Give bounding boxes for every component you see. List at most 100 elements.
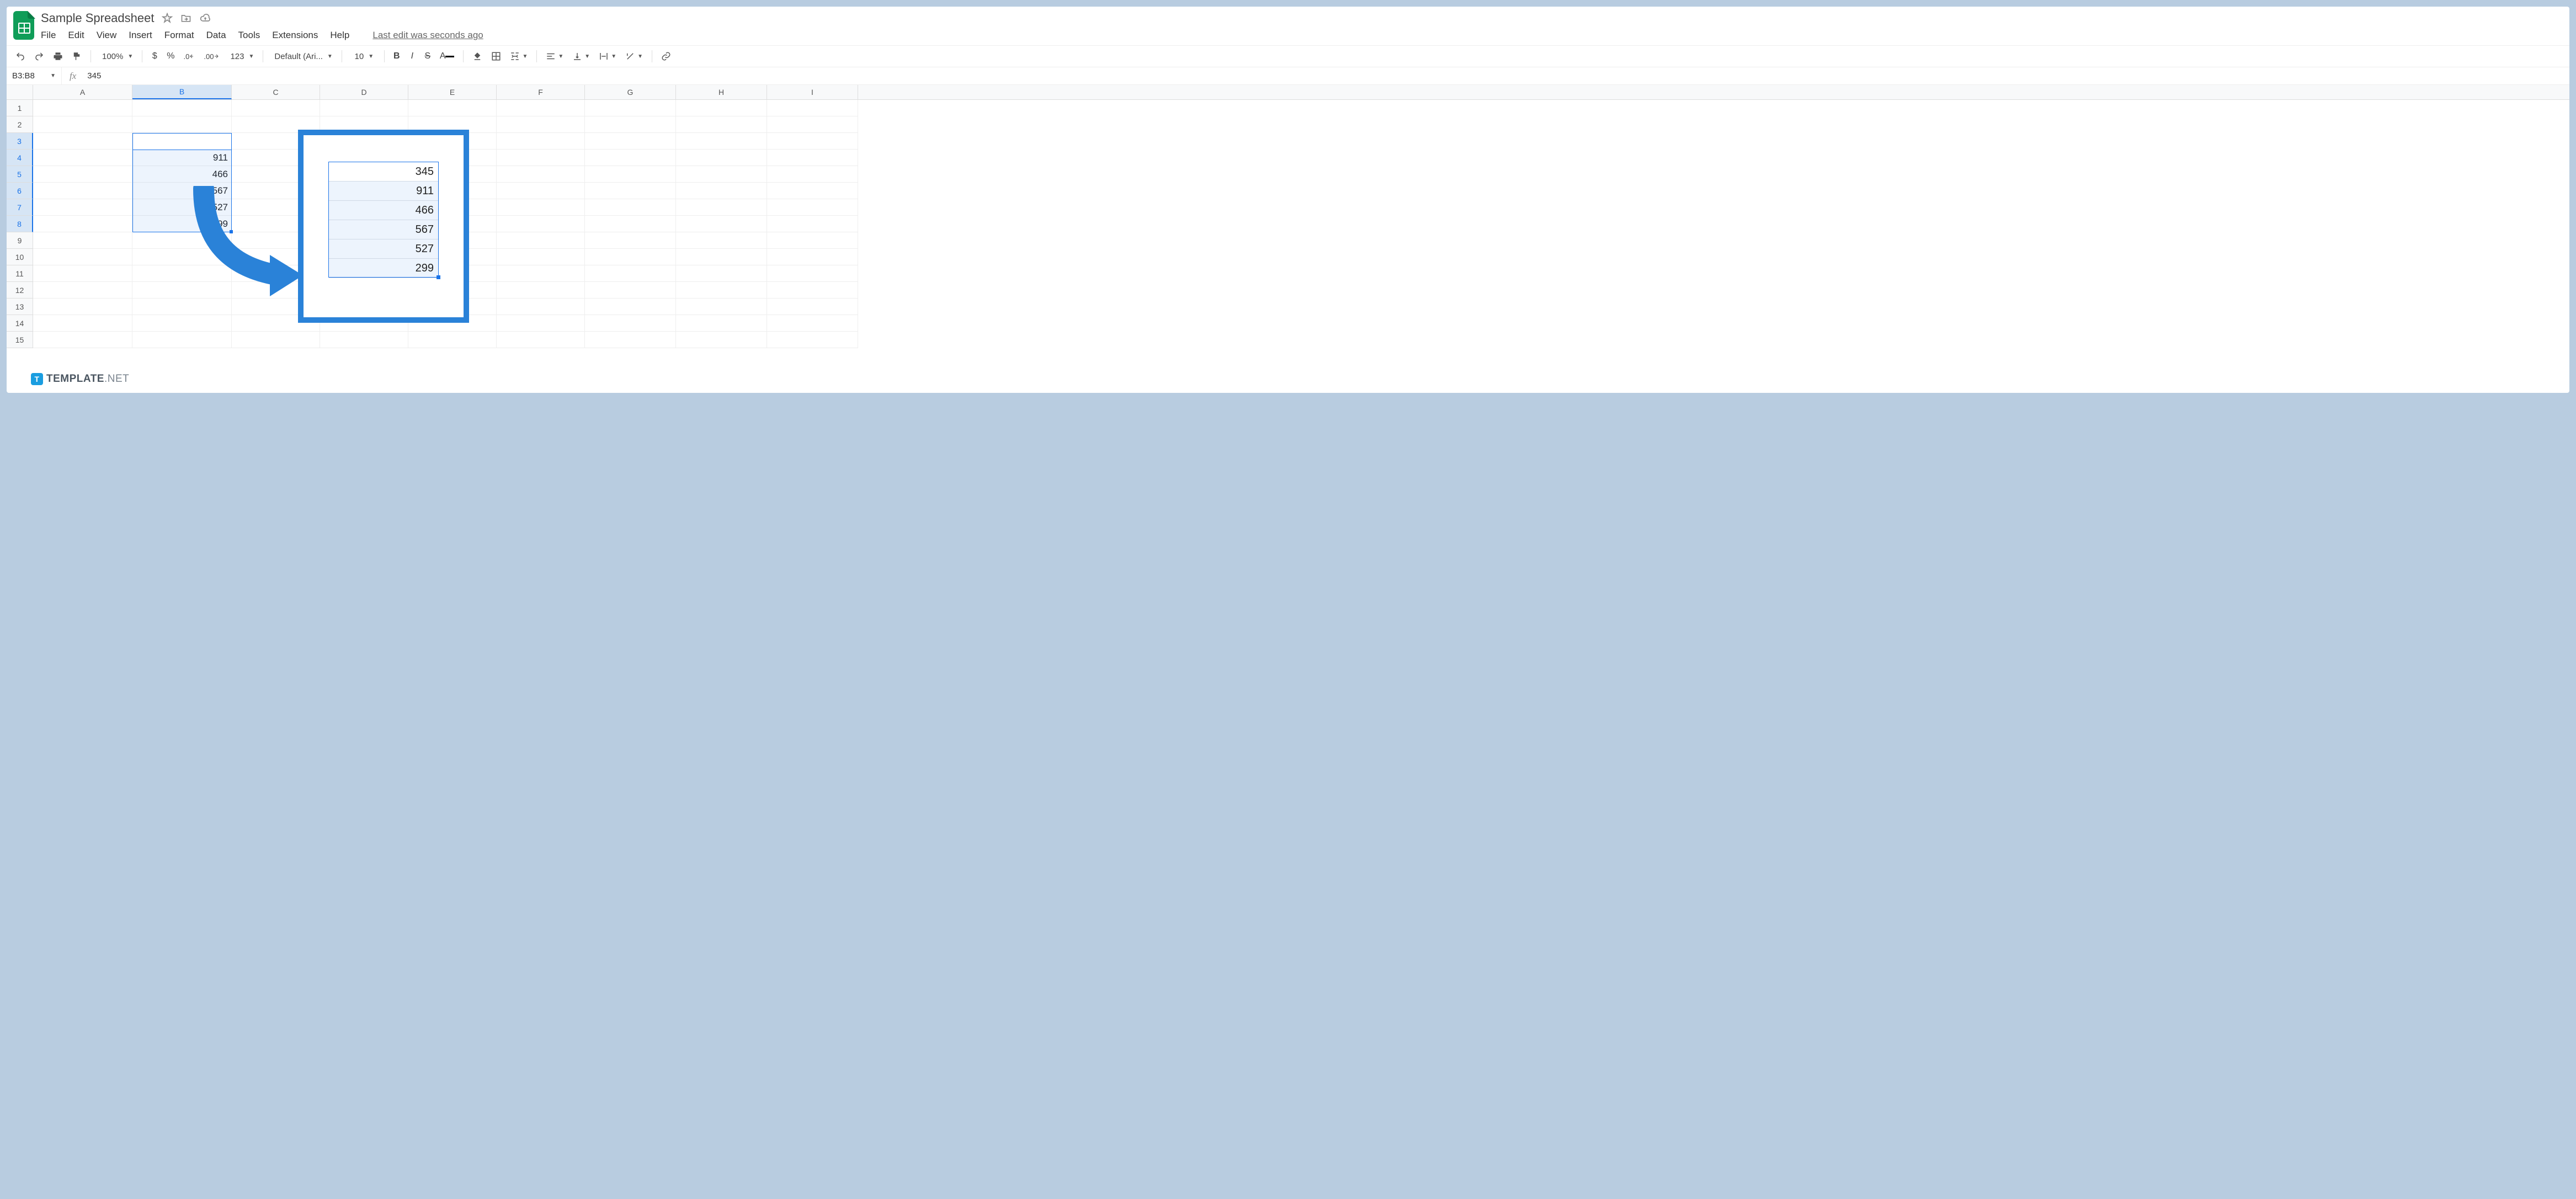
row-header-14[interactable]: 14 xyxy=(7,315,33,332)
cell-I6[interactable] xyxy=(767,183,858,199)
cell-B15[interactable] xyxy=(132,332,232,348)
cell-B6[interactable]: 567 xyxy=(132,183,232,199)
cell-G13[interactable] xyxy=(585,299,676,315)
cell-G12[interactable] xyxy=(585,282,676,299)
row-header-5[interactable]: 5 xyxy=(7,166,33,183)
cell-B8[interactable]: 299 xyxy=(132,216,232,232)
row-header-1[interactable]: 1 xyxy=(7,100,33,116)
cell-H7[interactable] xyxy=(676,199,767,216)
last-edit-link[interactable]: Last edit was seconds ago xyxy=(372,30,483,41)
col-header-A[interactable]: A xyxy=(33,85,132,99)
menu-format[interactable]: Format xyxy=(164,30,194,41)
cell-G10[interactable] xyxy=(585,249,676,265)
cell-B13[interactable] xyxy=(132,299,232,315)
cell-F11[interactable] xyxy=(497,265,585,282)
cells[interactable]: 345911466567527299 345911466567527299 xyxy=(33,100,2569,348)
cell-I15[interactable] xyxy=(767,332,858,348)
row-header-11[interactable]: 11 xyxy=(7,265,33,282)
cell-I9[interactable] xyxy=(767,232,858,249)
cell-F14[interactable] xyxy=(497,315,585,332)
cell-I11[interactable] xyxy=(767,265,858,282)
cell-G11[interactable] xyxy=(585,265,676,282)
cell-G2[interactable] xyxy=(585,116,676,133)
font-size-dropdown[interactable]: 10▼ xyxy=(348,50,379,63)
row-header-4[interactable]: 4 xyxy=(7,150,33,166)
cell-G9[interactable] xyxy=(585,232,676,249)
cell-H8[interactable] xyxy=(676,216,767,232)
cell-F8[interactable] xyxy=(497,216,585,232)
cell-H4[interactable] xyxy=(676,150,767,166)
menu-file[interactable]: File xyxy=(41,30,56,41)
cell-A4[interactable] xyxy=(33,150,132,166)
cell-H13[interactable] xyxy=(676,299,767,315)
cell-F3[interactable] xyxy=(497,133,585,150)
cell-H9[interactable] xyxy=(676,232,767,249)
cell-I2[interactable] xyxy=(767,116,858,133)
cell-F1[interactable] xyxy=(497,100,585,116)
row-header-8[interactable]: 8 xyxy=(7,216,33,232)
cell-H6[interactable] xyxy=(676,183,767,199)
move-icon[interactable] xyxy=(180,13,191,24)
cell-F5[interactable] xyxy=(497,166,585,183)
cell-G3[interactable] xyxy=(585,133,676,150)
cell-I12[interactable] xyxy=(767,282,858,299)
strike-button[interactable]: S xyxy=(421,49,434,63)
cell-A5[interactable] xyxy=(33,166,132,183)
cell-C15[interactable] xyxy=(232,332,320,348)
cell-I8[interactable] xyxy=(767,216,858,232)
cell-B5[interactable]: 466 xyxy=(132,166,232,183)
zoom-dropdown[interactable]: 100%▼ xyxy=(97,50,136,63)
cell-A11[interactable] xyxy=(33,265,132,282)
cell-A2[interactable] xyxy=(33,116,132,133)
row-header-6[interactable]: 6 xyxy=(7,183,33,199)
text-color-button[interactable]: A xyxy=(437,49,458,63)
star-icon[interactable] xyxy=(162,13,173,24)
cell-B2[interactable] xyxy=(132,116,232,133)
cell-H10[interactable] xyxy=(676,249,767,265)
cell-H11[interactable] xyxy=(676,265,767,282)
select-all-corner[interactable] xyxy=(7,85,33,99)
merge-button[interactable]: ▼ xyxy=(507,49,531,63)
cell-A6[interactable] xyxy=(33,183,132,199)
cell-A15[interactable] xyxy=(33,332,132,348)
col-header-B[interactable]: B xyxy=(132,85,232,99)
cell-C1[interactable] xyxy=(232,100,320,116)
cell-I5[interactable] xyxy=(767,166,858,183)
cell-G1[interactable] xyxy=(585,100,676,116)
cell-A9[interactable] xyxy=(33,232,132,249)
cell-A12[interactable] xyxy=(33,282,132,299)
cell-D15[interactable] xyxy=(320,332,408,348)
dec-more-button[interactable]: .00 xyxy=(200,50,222,63)
cloud-icon[interactable] xyxy=(199,13,211,24)
menu-data[interactable]: Data xyxy=(206,30,226,41)
percent-button[interactable]: % xyxy=(163,49,178,63)
undo-icon[interactable] xyxy=(12,49,29,63)
cell-H15[interactable] xyxy=(676,332,767,348)
doc-title[interactable]: Sample Spreadsheet xyxy=(41,11,154,25)
row-header-9[interactable]: 9 xyxy=(7,232,33,249)
cell-I13[interactable] xyxy=(767,299,858,315)
cell-A8[interactable] xyxy=(33,216,132,232)
italic-button[interactable]: I xyxy=(406,49,419,63)
col-header-G[interactable]: G xyxy=(585,85,676,99)
font-dropdown[interactable]: Default (Ari...▼ xyxy=(269,50,336,63)
formula-value[interactable]: 345 xyxy=(84,71,104,81)
cell-B14[interactable] xyxy=(132,315,232,332)
cell-F2[interactable] xyxy=(497,116,585,133)
namebox[interactable]: B3:B8 ▼ xyxy=(7,67,62,84)
paint-format-icon[interactable] xyxy=(68,49,85,63)
valign-button[interactable]: ▼ xyxy=(569,49,593,63)
cell-A1[interactable] xyxy=(33,100,132,116)
rotate-button[interactable]: ▼ xyxy=(622,49,646,63)
col-header-E[interactable]: E xyxy=(408,85,497,99)
cell-B11[interactable] xyxy=(132,265,232,282)
cell-F13[interactable] xyxy=(497,299,585,315)
halign-button[interactable]: ▼ xyxy=(542,49,567,63)
fill-handle[interactable] xyxy=(437,275,440,279)
cell-F10[interactable] xyxy=(497,249,585,265)
cell-F6[interactable] xyxy=(497,183,585,199)
cell-H1[interactable] xyxy=(676,100,767,116)
currency-button[interactable]: $ xyxy=(148,49,161,63)
cell-A10[interactable] xyxy=(33,249,132,265)
cell-G4[interactable] xyxy=(585,150,676,166)
